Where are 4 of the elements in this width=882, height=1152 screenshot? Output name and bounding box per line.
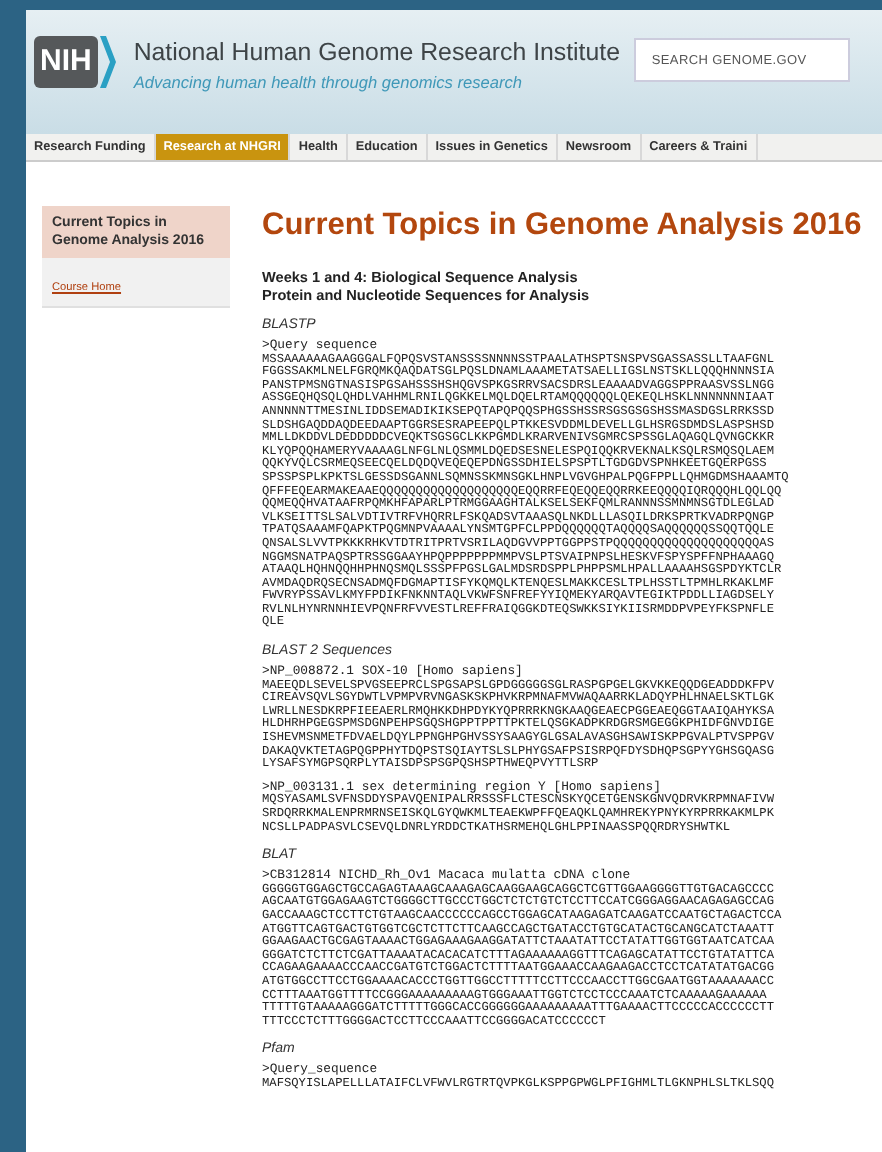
organization-name: National Human Genome Research Institute	[133, 38, 622, 66]
logo: NIH	[34, 36, 116, 88]
page-title: Current Topics in Genome Analysis 2016	[262, 208, 864, 244]
tagline: Advancing human health through genomics research	[133, 72, 525, 92]
